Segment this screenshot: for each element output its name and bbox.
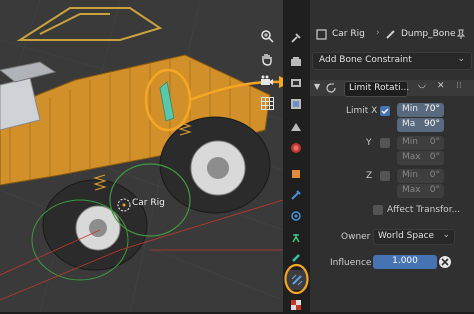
limit-z-max-label: Max: [402, 185, 421, 195]
breadcrumb-separator-icon: ›: [376, 28, 380, 38]
limit-x-min-value: 70°: [424, 104, 440, 114]
hand-icon[interactable]: [258, 50, 276, 68]
limit-z-min-label: Min: [402, 170, 418, 180]
limit-y-max-field[interactable]: Max 0°: [397, 151, 444, 165]
limit-x-max-field[interactable]: Ma 90°: [397, 118, 444, 132]
chevron-down-icon: ⌄: [457, 54, 465, 64]
armature-icon: [316, 29, 327, 40]
limit-x-max-label: Ma: [402, 119, 416, 129]
view-layer-icon[interactable]: [287, 95, 305, 113]
limit-z-label: Z: [366, 171, 373, 181]
limit-y-label: Y: [366, 138, 372, 148]
bone-small-icon: [386, 30, 395, 39]
limit-x-min-label: Min: [402, 104, 418, 114]
constraint-header: ▼ Limit Rotati... ◡ ✕ ⁞⁞: [310, 80, 474, 97]
influence-slider[interactable]: 1.000: [373, 255, 437, 269]
limit-z-max-value: 0°: [429, 185, 440, 195]
zoom-icon[interactable]: [258, 27, 276, 45]
animate-property-icon[interactable]: [439, 256, 451, 268]
affect-transform-label: Affect Transfor...: [387, 205, 461, 215]
breadcrumb-object: Car Rig: [332, 29, 365, 39]
viewport-bone-label: Car Rig: [132, 198, 165, 208]
limit-z-min-value: 0°: [429, 170, 440, 180]
influence-label: Influence: [330, 258, 372, 268]
modifier-icon[interactable]: [287, 186, 305, 204]
annotation-circle-tab: [284, 263, 309, 295]
world-icon[interactable]: [287, 139, 305, 157]
3d-viewport[interactable]: Car Rig: [0, 0, 283, 312]
render-icon[interactable]: [287, 53, 305, 71]
collapse-arrow-icon[interactable]: ▼: [314, 82, 320, 91]
influence-value: 1.000: [392, 256, 418, 266]
affect-transform-checkbox[interactable]: [373, 205, 383, 215]
limit-z-min-field[interactable]: Min 0°: [397, 169, 444, 183]
scene-gizmo-decoration: [16, 7, 163, 41]
viewport-scene: [0, 0, 283, 312]
limit-x-label: Limit X: [346, 106, 378, 116]
breadcrumb: Car Rig › Dump_Bone: [310, 26, 474, 44]
particles-icon[interactable]: [287, 207, 305, 225]
drag-handle-icon[interactable]: ⁞⁞: [456, 81, 462, 91]
limit-y-min-value: 0°: [429, 137, 440, 147]
output-icon[interactable]: [287, 74, 305, 92]
limit-z-max-field[interactable]: Max 0°: [397, 184, 444, 198]
owner-space-dropdown[interactable]: World Space ⌄: [373, 229, 455, 245]
camera-icon[interactable]: [258, 72, 276, 90]
limit-rotation-icon: [326, 83, 336, 93]
close-icon[interactable]: ✕: [437, 81, 445, 91]
breadcrumb-bone: Dump_Bone: [401, 29, 456, 39]
constraint-name-text: Limit Rotati...: [349, 83, 410, 93]
properties-tab-bar: [283, 0, 311, 312]
limit-x-min-field[interactable]: Min 70°: [397, 103, 444, 117]
scene-icon[interactable]: [287, 118, 305, 136]
limit-y-checkbox[interactable]: [380, 138, 390, 148]
limit-z-checkbox[interactable]: [380, 171, 390, 181]
add-bone-constraint-button[interactable]: Add Bone Constraint ⌄: [312, 52, 472, 70]
texture-icon[interactable]: [287, 296, 305, 314]
limit-y-min-label: Min: [402, 137, 418, 147]
object-icon[interactable]: [287, 165, 305, 183]
pin-icon[interactable]: [456, 29, 466, 40]
limit-x-max-value: 90°: [424, 119, 440, 129]
constraint-name-field[interactable]: Limit Rotati...: [344, 81, 410, 97]
owner-space-value: World Space: [378, 231, 435, 241]
limit-y-max-label: Max: [402, 152, 421, 162]
limit-y-min-field[interactable]: Min 0°: [397, 136, 444, 150]
tool-icon[interactable]: [287, 29, 305, 47]
limit-y-max-value: 0°: [429, 152, 440, 162]
limit-x-checkbox[interactable]: [380, 106, 390, 116]
chevron-down-icon: ⌄: [442, 230, 450, 240]
properties-panel: Car Rig › Dump_Bone Add Bone Constraint …: [310, 0, 474, 312]
toggle-visibility-icon[interactable]: ◡: [418, 80, 426, 90]
owner-label: Owner: [341, 232, 371, 242]
add-bone-constraint-label: Add Bone Constraint: [319, 55, 412, 65]
grid-icon[interactable]: [258, 94, 276, 112]
physics-icon[interactable]: [287, 228, 305, 246]
